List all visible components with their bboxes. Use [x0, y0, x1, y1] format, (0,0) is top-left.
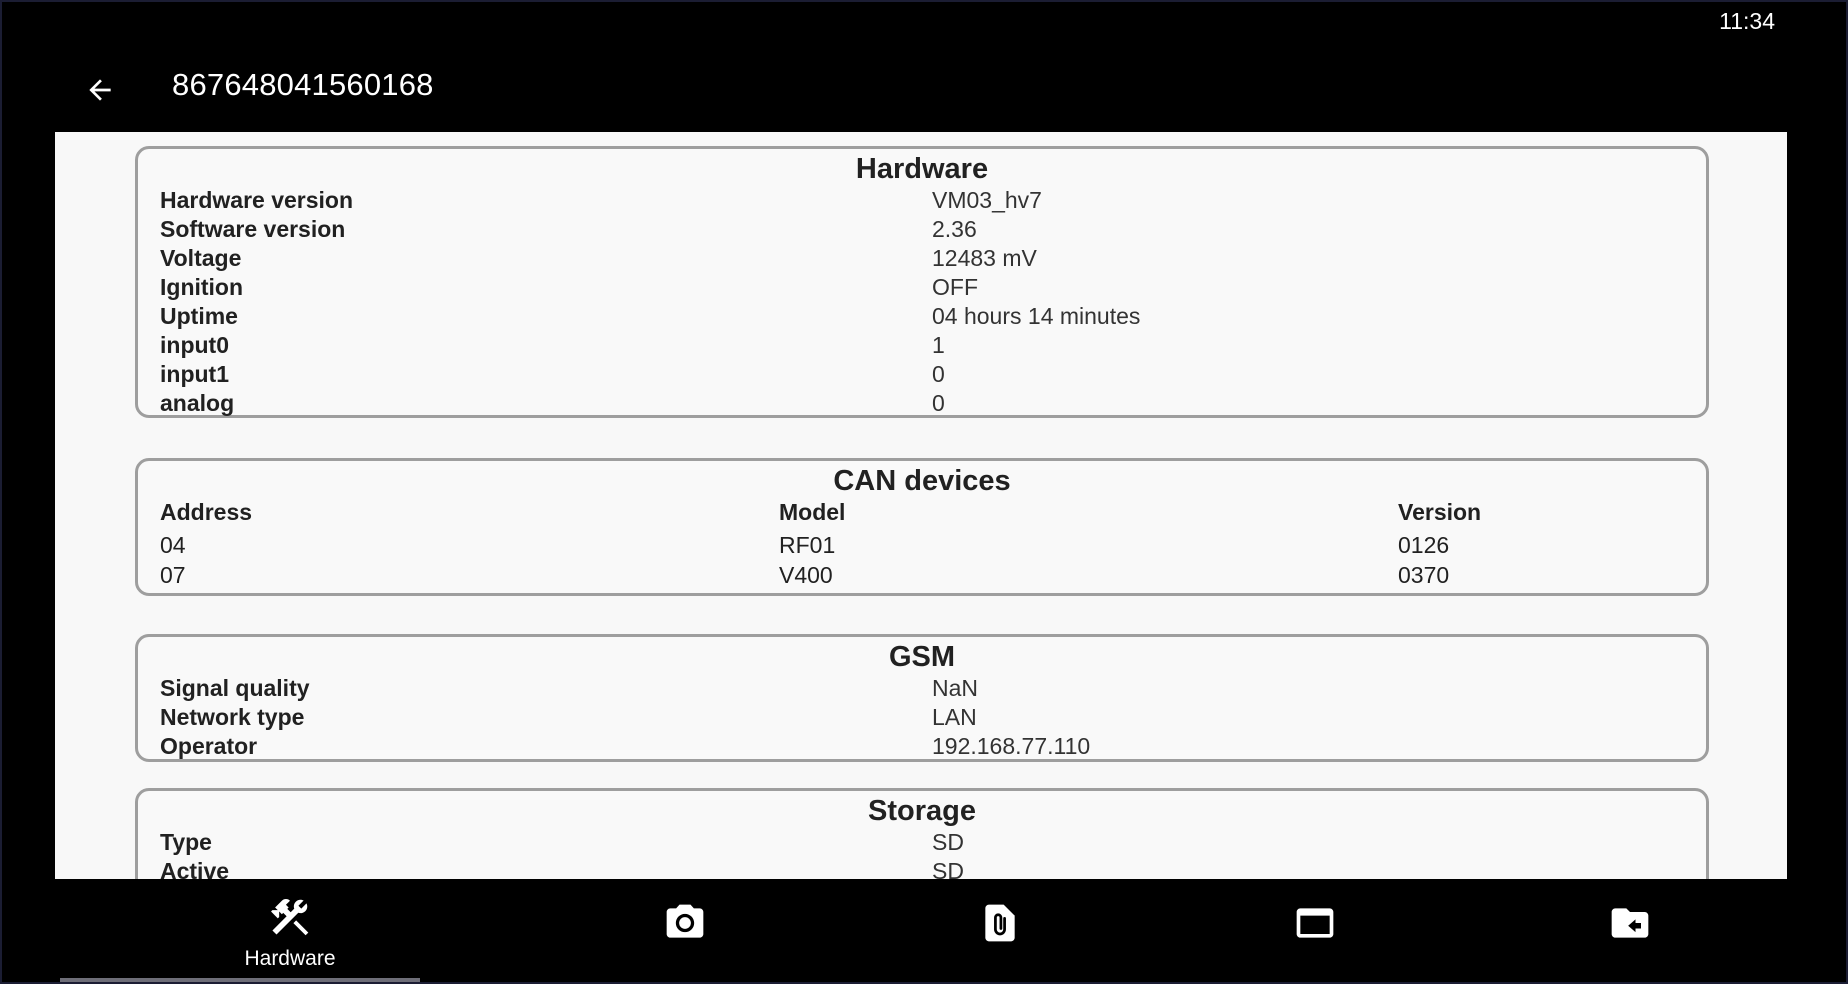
- hardware-row-key: Ignition: [160, 274, 244, 300]
- hardware-card: Hardware Hardware version VM03_hv7 Softw…: [135, 146, 1709, 418]
- hardware-row-key: input0: [160, 332, 229, 358]
- nav-item-attachment[interactable]: [900, 879, 1100, 979]
- storage-card: Storage Type SD Active SD: [135, 788, 1709, 879]
- storage-row-key: Type: [160, 829, 212, 855]
- can-header-model: Model: [779, 499, 846, 525]
- nav-item-folder-return[interactable]: [1530, 879, 1730, 979]
- hardware-row: Software version 2.36: [160, 216, 1680, 245]
- gsm-card-title: GSM: [888, 641, 956, 673]
- hardware-row-value: 2.36: [932, 216, 977, 242]
- screen: 11:34 867648041560168 Hardware Hardware …: [0, 0, 1848, 984]
- background-strip: [60, 978, 420, 984]
- gsm-row-key: Signal quality: [160, 675, 310, 701]
- hardware-row-value: 0: [932, 390, 945, 416]
- hardware-row-value: OFF: [932, 274, 978, 300]
- storage-row: Type SD: [160, 829, 1680, 858]
- hardware-row-key: analog: [160, 390, 235, 416]
- storage-row-key: Active: [160, 858, 230, 879]
- hardware-row-value: 12483 mV: [932, 245, 1037, 271]
- hardware-row: Voltage 12483 mV: [160, 245, 1680, 274]
- can-devices-card: CAN devices Address Model Version 04 RF0…: [135, 458, 1709, 596]
- hardware-row: Uptime 04 hours 14 minutes: [160, 303, 1680, 332]
- app-bar: 867648041560168: [0, 40, 1848, 132]
- gsm-row: Network type LAN: [160, 704, 1680, 733]
- gsm-row-key: Network type: [160, 704, 305, 730]
- hardware-row: input1 0: [160, 361, 1680, 390]
- gsm-row-key: Operator: [160, 733, 258, 759]
- gsm-row-value: LAN: [932, 704, 977, 730]
- can-header-address: Address: [160, 499, 253, 525]
- hardware-row-value: 0: [932, 361, 945, 387]
- hardware-row-value: 04 hours 14 minutes: [932, 303, 1141, 329]
- hardware-row-key: Voltage: [160, 245, 242, 271]
- tools-icon: [266, 893, 314, 941]
- can-header-version: Version: [1398, 499, 1482, 525]
- storage-row-value: SD: [932, 858, 964, 879]
- window-icon: [1291, 899, 1339, 947]
- gsm-card: GSM Signal quality NaN Network type LAN …: [135, 634, 1709, 762]
- hardware-row-value: VM03_hv7: [932, 187, 1042, 213]
- can-cell-version: 0126: [1398, 532, 1450, 558]
- hardware-row: Hardware version VM03_hv7: [160, 187, 1680, 216]
- nav-item-camera[interactable]: [585, 879, 785, 979]
- content-scroll-area[interactable]: Hardware Hardware version VM03_hv7 Softw…: [55, 132, 1787, 879]
- hardware-row: Ignition OFF: [160, 274, 1680, 303]
- can-cell-address: 07: [160, 562, 186, 588]
- can-cell-model: RF01: [779, 532, 836, 558]
- storage-row-value: SD: [932, 829, 964, 855]
- hardware-row-key: Hardware version: [160, 187, 354, 213]
- gsm-row-value: NaN: [932, 675, 979, 701]
- nav-item-hardware[interactable]: Hardware: [190, 879, 390, 979]
- gsm-row-value: 192.168.77.110: [932, 733, 1091, 759]
- hardware-row-key: Software version: [160, 216, 346, 242]
- camera-icon: [661, 899, 709, 947]
- can-devices-card-title: CAN devices: [833, 465, 1011, 497]
- page-title: 867648041560168: [172, 67, 434, 102]
- can-cell-version: 0370: [1398, 562, 1450, 588]
- can-cell-address: 04: [160, 532, 186, 558]
- status-bar-time: 11:34: [1719, 8, 1775, 34]
- folder-return-icon: [1606, 899, 1654, 947]
- hardware-row-key: Uptime: [160, 303, 238, 329]
- nav-item-window[interactable]: [1215, 879, 1415, 979]
- arrow-left-icon: [89, 79, 111, 101]
- gsm-row: Operator 192.168.77.110: [160, 733, 1680, 762]
- storage-card-title: Storage: [868, 795, 976, 827]
- hardware-row: analog 0: [160, 390, 1680, 419]
- back-button[interactable]: [78, 68, 122, 112]
- hardware-row: input0 1: [160, 332, 1680, 361]
- hardware-card-title: Hardware: [855, 153, 989, 185]
- attachment-icon: [976, 899, 1024, 947]
- can-cell-model: V400: [779, 562, 833, 588]
- hardware-row-key: input1: [160, 361, 229, 387]
- storage-row: Active SD: [160, 858, 1680, 879]
- gsm-row: Signal quality NaN: [160, 675, 1680, 704]
- bottom-navigation: Hardware: [0, 879, 1848, 984]
- nav-item-label: Hardware: [244, 947, 336, 970]
- hardware-row-value: 1: [932, 332, 945, 358]
